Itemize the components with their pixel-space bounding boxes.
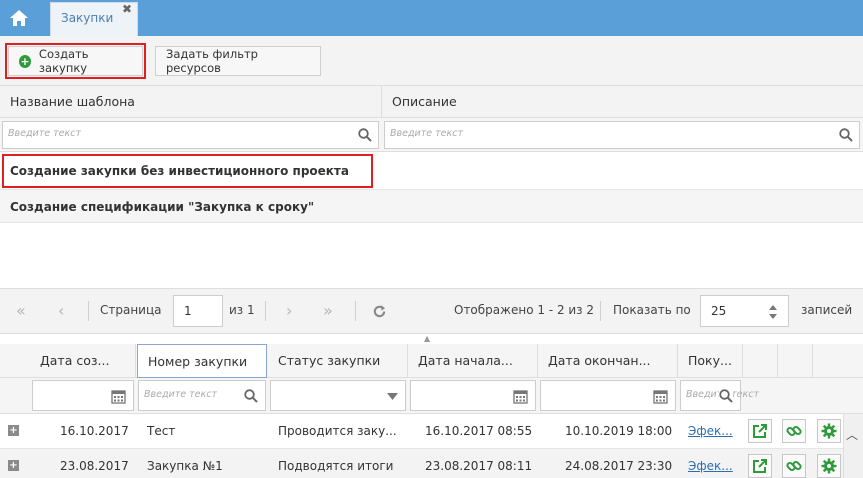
table-row[interactable]: + 16.10.2017 Тест Проводится заку... 16.…: [0, 414, 863, 448]
cell-start-date: 23.08.2017 08:11: [425, 459, 533, 473]
search-icon: [244, 389, 258, 403]
tab-label: Закупки: [61, 11, 114, 25]
highlight-box: [2, 154, 373, 188]
link-procurement-button[interactable]: [782, 419, 806, 443]
page-count-label: из 1: [229, 303, 255, 317]
divider: [600, 301, 601, 321]
cell-buyer-link[interactable]: Эфек...: [688, 414, 738, 448]
link-icon: [786, 425, 802, 437]
settings-button[interactable]: [817, 419, 841, 443]
records-label: записей: [801, 303, 853, 317]
table-row[interactable]: + 23.08.2017 Закупка №1 Подводятся итоги…: [0, 448, 863, 478]
cell-buyer-link[interactable]: Эфек...: [688, 449, 738, 478]
search-icon: [719, 389, 733, 403]
cell-procurement-number: Закупка №1: [147, 459, 223, 473]
link-icon: [786, 460, 802, 472]
show-by-label: Показать по: [613, 303, 691, 317]
toolbar: + Создать закупку Задать фильтр ресурсов: [0, 36, 863, 86]
close-icon[interactable]: ✖: [122, 2, 132, 16]
column-procurement-number[interactable]: Номер закупки: [137, 344, 267, 378]
tab-procurements[interactable]: Закупки ✖: [50, 2, 138, 36]
column-procurement-status[interactable]: Статус закупки: [268, 344, 408, 378]
column-start-date[interactable]: Дата начала...: [408, 344, 538, 378]
status-filter-select[interactable]: [270, 380, 406, 411]
page-size-value: 25: [711, 304, 727, 318]
filter-placeholder: Введите текст: [8, 128, 81, 139]
cell-start-date: 16.10.2017 08:55: [425, 424, 533, 438]
page-size-stepper[interactable]: 25: [700, 295, 789, 327]
column-end-date[interactable]: Дата окончан...: [538, 344, 678, 378]
column-created-date[interactable]: Дата соз...: [30, 344, 136, 378]
cell-created-date: 16.10.2017: [60, 424, 129, 438]
column-description[interactable]: Описание: [382, 86, 863, 118]
filter-placeholder: Введите текст: [390, 128, 463, 139]
vertical-scrollbar[interactable]: [843, 414, 863, 478]
stepper-arrows-icon[interactable]: [768, 304, 778, 320]
external-link-icon: [753, 459, 767, 473]
calendar-icon[interactable]: [111, 389, 126, 404]
external-link-icon: [753, 424, 767, 438]
procurements-header: Дата соз... Номер закупки Статус закупки…: [0, 344, 863, 378]
pager: « ‹ Страница 1 из 1 › » Отображено 1 - 2…: [0, 288, 863, 334]
open-procurement-button[interactable]: [748, 454, 772, 478]
next-page-icon[interactable]: ›: [286, 301, 292, 320]
resource-filter-button[interactable]: Задать фильтр ресурсов: [155, 46, 321, 76]
page-number-input[interactable]: 1: [173, 295, 223, 327]
shown-records-label: Отображено 1 - 2 из 2: [454, 303, 595, 317]
templates-header: Название шаблона Описание: [0, 86, 863, 118]
refresh-icon[interactable]: [372, 304, 387, 319]
start-date-filter[interactable]: [410, 380, 536, 411]
scroll-up-icon[interactable]: ︿: [846, 426, 858, 443]
plus-circle-icon: +: [19, 54, 31, 68]
cell-end-date: 10.10.2019 18:00: [565, 424, 673, 438]
divider: [265, 301, 266, 321]
divider: [355, 301, 356, 321]
procurements-filter-row: Введите текст Введите текст: [0, 378, 863, 414]
template-name: Создание спецификации "Закупка к сроку": [10, 200, 315, 214]
cell-created-date: 23.08.2017: [60, 459, 129, 473]
top-tab-bar: Закупки ✖: [0, 0, 863, 36]
buyer-filter[interactable]: Введите текст: [680, 380, 759, 411]
chevron-down-icon[interactable]: [387, 393, 398, 400]
create-procurement-button[interactable]: + Создать закупку: [5, 43, 146, 79]
column-template-name[interactable]: Название шаблона: [0, 86, 382, 118]
expand-row-icon[interactable]: +: [8, 425, 19, 436]
templates-filter-row: Введите текст Введите текст: [0, 118, 863, 152]
cell-procurement-number: Тест: [147, 424, 176, 438]
cell-end-date: 24.08.2017 23:30: [565, 459, 673, 473]
filter-placeholder: Введите текст: [144, 389, 217, 400]
first-page-icon[interactable]: «: [16, 301, 26, 320]
expand-row-icon[interactable]: +: [8, 460, 19, 471]
home-icon: [10, 10, 28, 26]
created-date-filter[interactable]: [32, 380, 134, 411]
gear-icon: [821, 423, 837, 439]
calendar-icon[interactable]: [513, 389, 528, 404]
prev-page-icon[interactable]: ‹: [58, 301, 64, 320]
create-procurement-label: Создать закупку: [38, 47, 89, 75]
end-date-filter[interactable]: [540, 380, 676, 411]
home-button[interactable]: [0, 0, 38, 36]
column-action-2: [778, 344, 813, 378]
column-action-1: [743, 344, 778, 378]
gear-icon: [821, 458, 837, 474]
templates-empty-area: [0, 222, 863, 288]
column-buyer[interactable]: Поку...: [678, 344, 743, 378]
cell-procurement-status: Подводятся итоги: [278, 459, 394, 473]
description-filter-input[interactable]: Введите текст: [384, 121, 860, 149]
link-procurement-button[interactable]: [782, 454, 806, 478]
page-label: Страница: [100, 303, 162, 317]
calendar-icon[interactable]: [653, 389, 668, 404]
search-icon: [839, 128, 853, 142]
cell-procurement-status: Проводится заку...: [278, 424, 397, 438]
procurement-number-filter[interactable]: Введите текст: [138, 380, 266, 411]
template-row[interactable]: Создание спецификации "Закупка к сроку": [0, 189, 863, 223]
collapse-arrow-icon[interactable]: ▲: [424, 334, 430, 343]
resource-filter-label: Задать фильтр ресурсов: [166, 47, 258, 75]
template-name-filter-input[interactable]: Введите текст: [2, 121, 379, 149]
last-page-icon[interactable]: »: [323, 301, 333, 320]
divider: [88, 301, 89, 321]
open-procurement-button[interactable]: [748, 419, 772, 443]
search-icon: [358, 128, 372, 142]
settings-button[interactable]: [817, 454, 841, 478]
